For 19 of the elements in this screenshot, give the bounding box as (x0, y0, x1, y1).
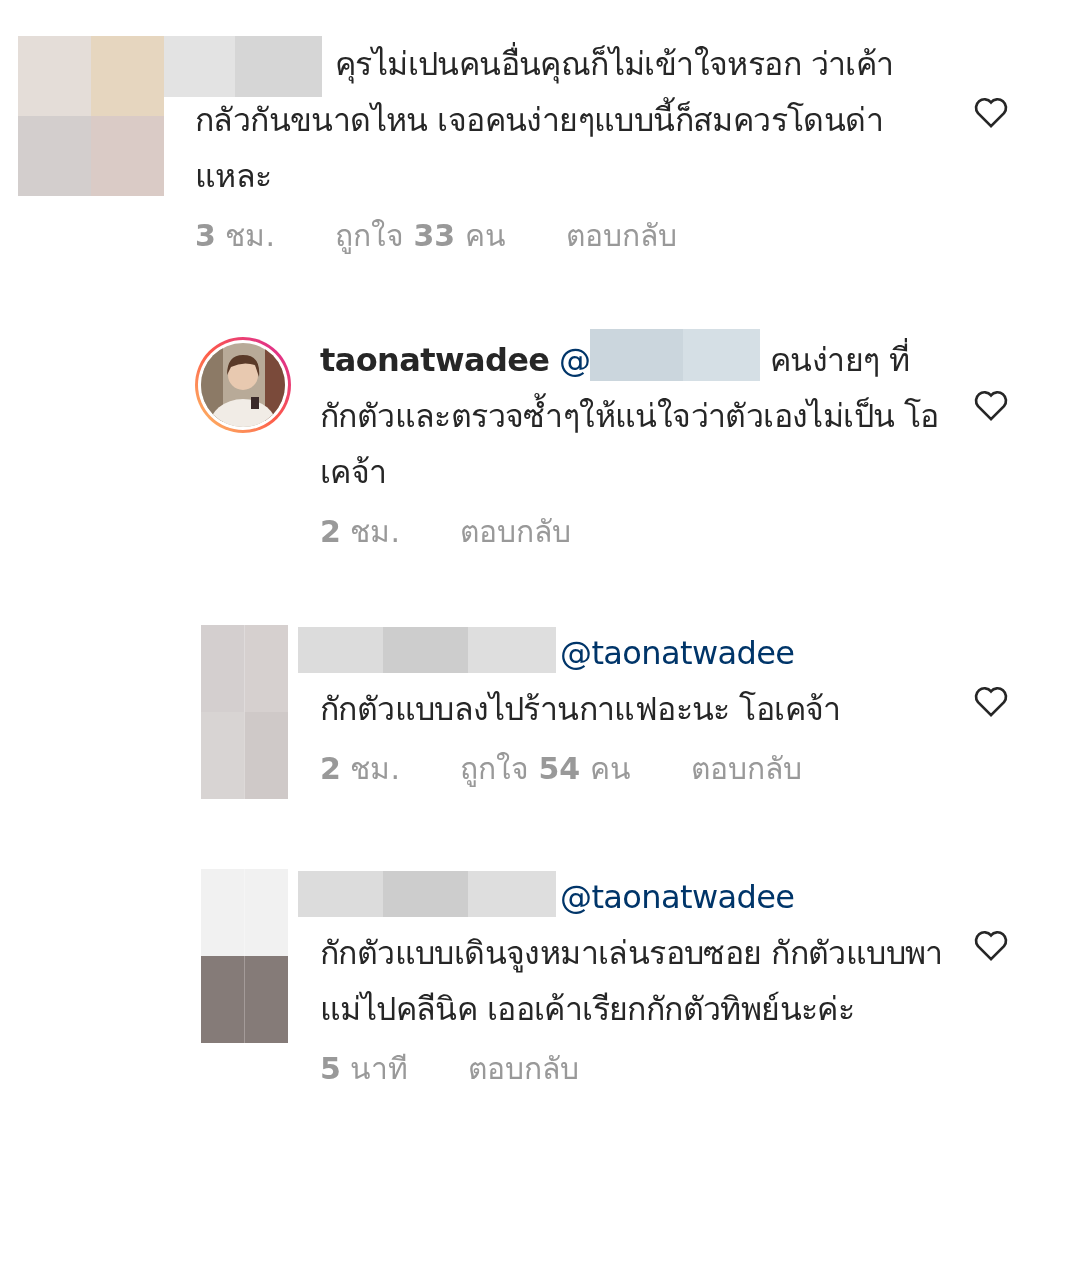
comment-text: taonatwadee @ คนง่ายๆ ที่กักตัวและตรวจซ้ำๆให้แน่ใจว่าตัวเองไม่เป็น โอเคจ้า (320, 329, 950, 500)
like-count[interactable]: ถูกใจ 33 คน (334, 212, 506, 259)
comment-text: @taonatwadee กักตัวแบบเดินจูงหมาเล่นรอบซอย กักตัวแบบพาแม่ไปคลีนิค เออเค้าเรียกกักตัวทิพย์นะค่ะ (320, 877, 944, 1030)
timestamp: 5 นาที (320, 1050, 409, 1088)
timestamp: 3 ชม. (195, 217, 275, 255)
avatar[interactable] (193, 335, 293, 435)
username[interactable]: taonatwadee (320, 341, 550, 379)
mention-link[interactable]: @taonatwadee (560, 634, 795, 672)
reply-button[interactable]: ตอบกลับ (459, 508, 571, 555)
mention-link[interactable]: @taonatwadee (560, 878, 795, 916)
comment-text: @taonatwadee กักตัวแบบลงไปร้านกาแฟอะนะ โอเคจ้า (320, 633, 842, 730)
mention-link[interactable]: @ (559, 341, 591, 379)
reply-button[interactable]: ตอบกลับ (468, 1045, 580, 1092)
reply-button[interactable]: ตอบกลับ (565, 212, 677, 259)
timestamp: 2 ชม. (320, 750, 400, 788)
comment-text: คุรไม่เปนคนอื่นคุณก็ไม่เข้าใจหรอก ว่าเค้ากลัวกันขนาดไหน เจอคนง่ายๆแบบนี้ก็สมควรโดนด่าแหละ (195, 36, 940, 204)
reply-button[interactable]: ตอบกลับ (690, 745, 802, 792)
timestamp: 2 ชม. (320, 513, 400, 551)
like-count[interactable]: ถูกใจ 54 คน (459, 745, 631, 792)
